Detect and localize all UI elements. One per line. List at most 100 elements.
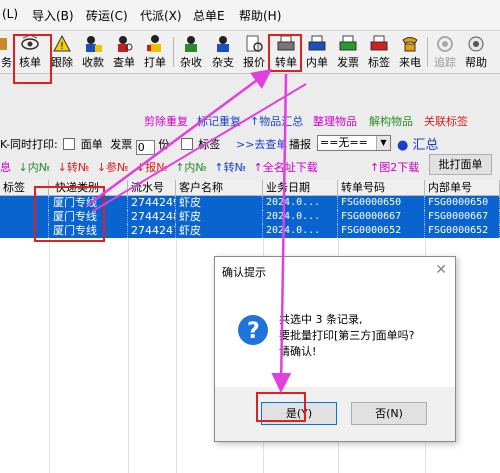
link-label-link[interactable]: 关联标签 — [424, 113, 468, 129]
cell-serial: 2744247 — [128, 224, 176, 238]
batch-print-button[interactable]: 批打面单 — [429, 154, 492, 175]
toolbar-button-label: 杂支 — [212, 56, 234, 69]
dialog-message: 共选中 3 条记录, 要批量打印[第三方]面单吗? 请确认! — [279, 312, 414, 360]
cell-date: 2024.0... — [263, 196, 338, 210]
menu-item-summary[interactable]: 总单E — [193, 7, 225, 24]
toolbar-button-partial[interactable]: 务 — [0, 33, 12, 71]
circle-arrow-icon: ● — [397, 138, 409, 153]
report-select-value: ==无== — [320, 136, 368, 149]
cell-customer: 虾皮 — [176, 210, 263, 224]
person-money-icon — [86, 36, 102, 52]
expense-icon — [217, 36, 229, 52]
down-internal-link[interactable]: ↓内№ — [19, 161, 51, 174]
dialog-line-3: 请确认! — [279, 345, 317, 358]
chevron-down-icon: ▼ — [376, 136, 390, 150]
phone-icon — [402, 37, 418, 52]
toolbar-button-label: 标签 — [368, 56, 390, 69]
toolbar-separator — [427, 37, 428, 67]
summary-button[interactable]: ● 汇总 — [397, 134, 439, 153]
goods-summary-link[interactable]: ↑物品汇总 — [250, 113, 303, 129]
person-print-icon — [147, 35, 161, 52]
help-icon — [468, 36, 484, 52]
misc-income-button[interactable]: 杂收 — [176, 33, 206, 71]
column-header-serial[interactable]: 流水号 — [128, 180, 176, 196]
toolbar-separator — [173, 37, 174, 67]
fig-download-link[interactable]: ↑图2下载 — [370, 159, 419, 175]
face-sheet-checkbox[interactable] — [63, 138, 76, 150]
menu-bar: (L) 导入(B) 砖运(C) 代派(X) 总单E 帮助(H) — [0, 0, 500, 31]
cell-date: 2024.0... — [263, 224, 338, 238]
cell-transfer: FSG0000667 — [338, 210, 425, 224]
confirm-dialog: 确认提示 ✕ ? 共选中 3 条记录, 要批量打印[第三方]面单吗? 请确认! … — [214, 256, 456, 442]
cut-repeat-link[interactable]: 剪除重复 — [144, 113, 188, 129]
dialog-line-2: 要批量打印[第三方]面单吗? — [279, 329, 415, 342]
menu-item-l[interactable]: (L) — [2, 7, 18, 21]
menu-item-help[interactable]: 帮助(H) — [239, 7, 281, 24]
up-address-download-link[interactable]: ↑全名址下载 — [254, 161, 318, 174]
toolbar-button-label: 打单 — [144, 56, 166, 69]
dialog-line-1: 共选中 3 条记录, — [279, 313, 363, 326]
printer-blue-icon — [308, 35, 326, 51]
label-text: 标签 — [198, 138, 221, 151]
go-check-link[interactable]: >>去查单 — [236, 136, 287, 152]
down-report-link[interactable]: ↓报№ — [136, 161, 168, 174]
summary-label: 汇总 — [412, 138, 439, 153]
receive-payment-button[interactable]: 收款 — [78, 33, 108, 71]
toolbar-button-label: 内单 — [306, 56, 328, 69]
no-button[interactable]: 否(N) — [351, 402, 427, 425]
fee-icon — [185, 36, 197, 52]
copies-label: 份 — [158, 138, 170, 151]
highlight-yes-button — [256, 392, 306, 422]
print-order-button[interactable]: 打单 — [140, 33, 170, 71]
warning-icon: ! — [53, 34, 71, 52]
cell-serial: 2744249 — [128, 196, 176, 210]
decode-goods-link[interactable]: 解构物品 — [369, 113, 413, 129]
search-order-button[interactable]: 查单 — [109, 33, 139, 71]
mark-repeat-link[interactable]: 标记重复 — [197, 113, 241, 129]
person-search-icon — [118, 36, 133, 52]
toolbar: 务 核单 ! 跟除 收款 查单 打单 杂收 杂支 报价 转单 内单 发票 标签 … — [0, 31, 500, 74]
down-ref-link[interactable]: ↓参№ — [97, 161, 129, 174]
grid-line — [49, 238, 50, 473]
highlight-transfer-order — [268, 34, 302, 72]
down-transfer-link[interactable]: ↓转№ — [58, 161, 90, 174]
quote-button[interactable]: 报价 — [239, 33, 269, 71]
cell-internal: FSG0000667 — [425, 210, 500, 224]
menu-item-delegate[interactable]: 代派(X) — [140, 7, 182, 24]
misc-expense-button[interactable]: 杂支 — [208, 33, 238, 71]
toolbar-button-label: 务 — [1, 56, 12, 69]
track-button[interactable]: 追踪 — [430, 33, 460, 71]
sort-goods-link[interactable]: 整理物品 — [313, 113, 357, 129]
help-button[interactable]: 帮助 — [461, 33, 491, 71]
goods-summary-label: 物品汇总 — [259, 115, 304, 128]
column-header-transfer[interactable]: 转单号码 — [338, 180, 425, 196]
menu-item-import[interactable]: 导入(B) — [32, 7, 74, 24]
column-header-customer[interactable]: 客户名称 — [176, 180, 263, 196]
printer-red-icon — [370, 35, 388, 51]
dialog-footer: 是(Y) 否(N) — [215, 387, 455, 441]
column-header-internal[interactable]: 内部单号 — [425, 180, 500, 196]
invoice-label: 发票 — [110, 138, 133, 151]
up-transfer-link[interactable]: ↑转№ — [214, 161, 246, 174]
up-internal-link[interactable]: ↑内№ — [175, 161, 207, 174]
cell-internal: FSG0000650 — [425, 196, 500, 210]
label-checkbox[interactable] — [180, 138, 193, 150]
column-header-date[interactable]: 业务日期 — [263, 180, 338, 196]
menu-item-transfer[interactable]: 砖运(C) — [86, 7, 128, 24]
toolbar-button-label: 追踪 — [434, 56, 456, 69]
question-icon: ? — [238, 315, 268, 345]
invoice-count-input[interactable]: 0 — [135, 140, 155, 155]
label-button[interactable]: 标签 — [364, 33, 394, 71]
highlight-rows — [34, 186, 105, 242]
face-sheet-label: 面单 — [80, 138, 103, 151]
report-label: 播报 — [289, 138, 311, 151]
close-icon[interactable]: ✕ — [435, 262, 447, 278]
invoice-button[interactable]: 发票 — [333, 33, 363, 71]
dialog-title: 确认提示 — [222, 266, 266, 279]
internal-order-button[interactable]: 内单 — [302, 33, 332, 71]
printer-green-icon — [339, 35, 357, 51]
incoming-call-button[interactable]: 来电 — [395, 33, 425, 71]
report-select[interactable]: ==无== ▼ — [317, 135, 391, 151]
track-icon — [437, 36, 453, 52]
toolbar-button-label: 杂收 — [180, 56, 202, 69]
